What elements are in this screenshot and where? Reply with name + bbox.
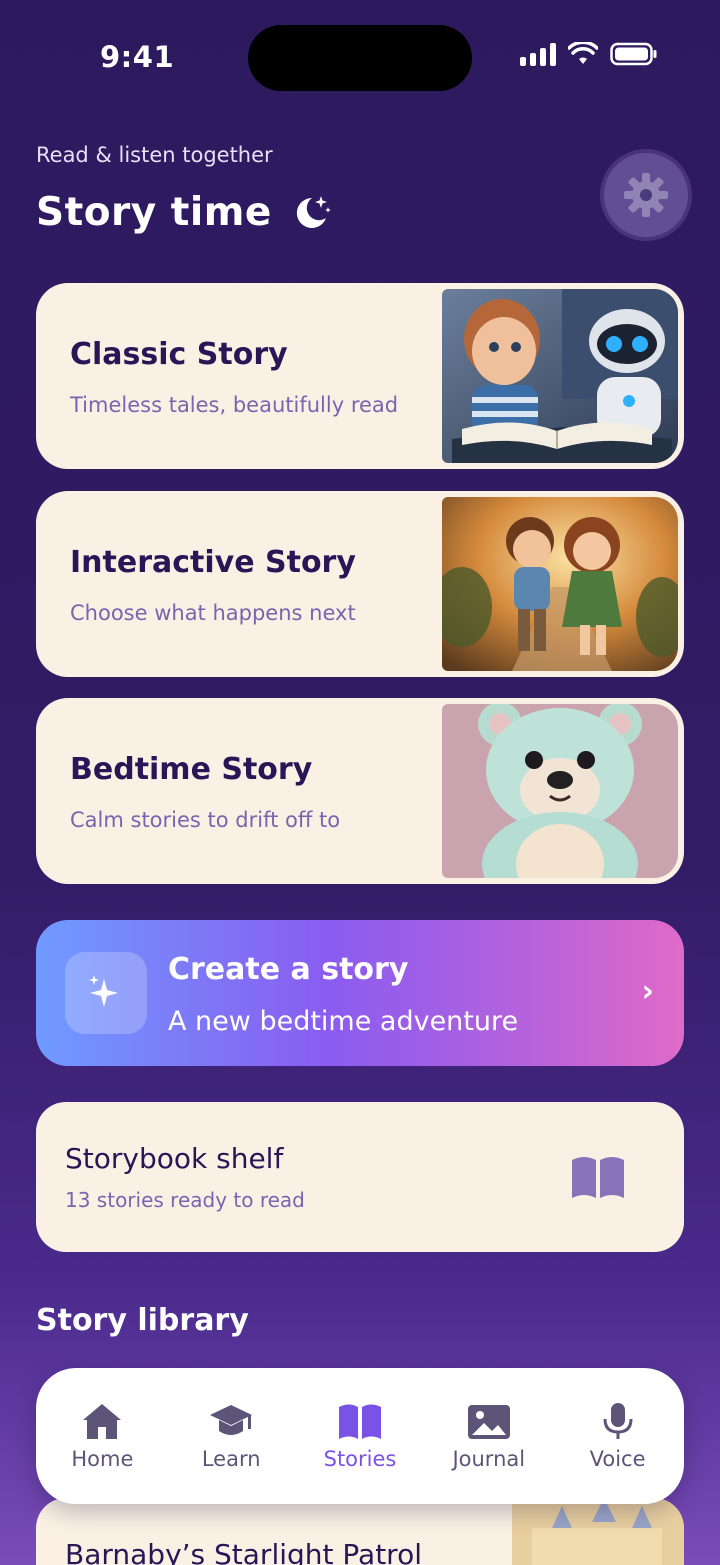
nav-item-stories[interactable]: Stories	[300, 1401, 420, 1471]
home-icon	[83, 1404, 122, 1439]
sparkles-icon	[89, 975, 118, 1007]
nav-item-voice[interactable]: Voice	[558, 1401, 678, 1471]
card-title: Bedtime Story	[70, 752, 313, 787]
nav-label: Home	[71, 1447, 134, 1471]
battery-icon	[610, 42, 657, 66]
create-story-icon-box	[65, 952, 147, 1034]
settings-button[interactable]	[600, 149, 692, 241]
create-story-title: Create a story	[168, 952, 409, 987]
nav-label: Learn	[201, 1447, 261, 1471]
bedtime-story-illustration	[442, 704, 678, 878]
card-description: Choose what happens next	[70, 601, 356, 625]
story-library-heading: Story library	[36, 1303, 249, 1338]
settings-button-inner	[604, 153, 688, 237]
moon-stars-icon	[296, 195, 331, 228]
nav-label: Stories	[323, 1447, 397, 1471]
card-title: Classic Story	[70, 337, 288, 372]
library-item-title: Barnaby’s Starlight Patrol	[65, 1538, 422, 1565]
wifi-icon	[568, 42, 598, 64]
chevron-right-icon: ›	[641, 974, 654, 1009]
nav-item-learn[interactable]: Learn	[171, 1401, 291, 1471]
interactive-story-card[interactable]: Interactive Story Choose what happens ne…	[36, 491, 684, 677]
dynamic-island	[248, 25, 472, 91]
castle-illustration	[512, 1498, 684, 1565]
shelf-subtitle: 13 stories ready to read	[65, 1188, 305, 1212]
storybook-shelf-card[interactable]: Storybook shelf 13 stories ready to read	[36, 1102, 684, 1252]
create-story-subtitle: A new bedtime adventure	[168, 1006, 519, 1037]
shelf-title: Storybook shelf	[65, 1142, 284, 1175]
image-icon	[467, 1405, 510, 1439]
book-open-icon	[338, 1404, 381, 1439]
status-icons	[520, 42, 658, 66]
status-time: 9:41	[100, 40, 175, 74]
card-description: Calm stories to drift off to	[70, 808, 341, 832]
bedtime-story-card[interactable]: Bedtime Story Calm stories to drift off …	[36, 698, 684, 884]
interactive-story-illustration	[442, 497, 678, 671]
gear-icon	[624, 173, 668, 217]
classic-story-illustration	[442, 289, 678, 463]
book-open-icon	[572, 1157, 624, 1198]
card-description: Timeless tales, beautifully read	[70, 393, 399, 417]
header-subtitle: Read & listen together	[36, 143, 273, 167]
create-story-card[interactable]: Create a story A new bedtime adventure ›	[36, 920, 684, 1066]
page-title: Story time	[36, 190, 272, 235]
nav-label: Voice	[589, 1447, 646, 1471]
header-title-row: Story time	[36, 190, 332, 235]
nav-item-home[interactable]: Home	[42, 1401, 162, 1471]
graduation-cap-icon	[210, 1405, 253, 1435]
microphone-icon	[603, 1403, 633, 1439]
status-bar: 9:41	[0, 0, 720, 110]
signal-icon	[520, 42, 556, 66]
library-item[interactable]: Barnaby’s Starlight Patrol	[36, 1498, 684, 1565]
classic-story-card[interactable]: Classic Story Timeless tales, beautifull…	[36, 283, 684, 469]
card-title: Interactive Story	[70, 545, 356, 580]
bottom-navigation: Home Learn Stories Journal Voice	[36, 1368, 684, 1504]
nav-label: Journal	[452, 1447, 526, 1471]
nav-item-journal[interactable]: Journal	[429, 1401, 549, 1471]
